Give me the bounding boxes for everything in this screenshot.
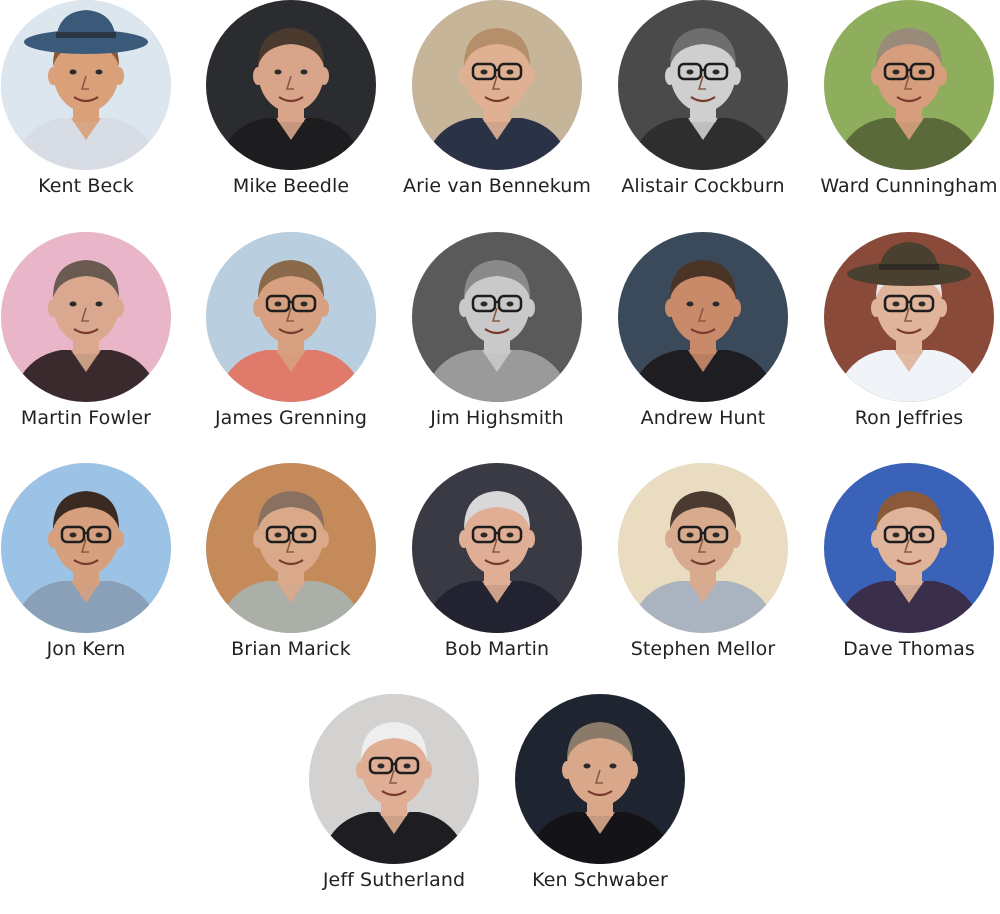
- person-name: Brian Marick: [231, 638, 351, 660]
- person-photo: [618, 0, 788, 170]
- person-name: James Grenning: [214, 407, 368, 429]
- person-card: Jim Highsmith: [392, 232, 602, 452]
- person-photo: [309, 694, 479, 864]
- person-card: Ken Schwaber: [495, 694, 705, 914]
- person-name: Stephen Mellor: [630, 638, 776, 660]
- person-photo: [206, 232, 376, 402]
- person-card: Alistair Cockburn: [598, 0, 808, 220]
- person-photo: [1, 232, 171, 402]
- person-photo: [824, 232, 994, 402]
- person-photo: [206, 463, 376, 633]
- person-photo: [412, 232, 582, 402]
- person-photo: [412, 0, 582, 170]
- person-card: Mike Beedle: [186, 0, 396, 220]
- person-photo: [206, 0, 376, 170]
- person-photo: [1, 463, 171, 633]
- person-name: Dave Thomas: [843, 638, 975, 660]
- person-name: Andrew Hunt: [640, 407, 766, 429]
- person-name: Jim Highsmith: [430, 407, 564, 429]
- person-card: Jeff Sutherland: [289, 694, 499, 914]
- person-card: Bob Martin: [392, 463, 602, 683]
- person-name: Alistair Cockburn: [621, 175, 785, 197]
- person-photo: [824, 463, 994, 633]
- person-photo: [618, 232, 788, 402]
- person-name: Martin Fowler: [20, 407, 152, 429]
- person-name: Ken Schwaber: [532, 869, 668, 891]
- person-card: Dave Thomas: [804, 463, 1000, 683]
- person-name: Ron Jeffries: [854, 407, 964, 429]
- person-photo: [1, 0, 171, 170]
- person-photo: [824, 0, 994, 170]
- person-name: Ward Cunningham: [820, 175, 998, 197]
- person-card: Brian Marick: [186, 463, 396, 683]
- person-name: Jon Kern: [46, 638, 126, 660]
- person-card: Kent Beck: [0, 0, 191, 220]
- person-card: James Grenning: [186, 232, 396, 452]
- person-name: Jeff Sutherland: [322, 869, 466, 891]
- person-card: Jon Kern: [0, 463, 191, 683]
- person-name: Bob Martin: [444, 638, 550, 660]
- person-card: Andrew Hunt: [598, 232, 808, 452]
- person-card: Ron Jeffries: [804, 232, 1000, 452]
- person-name: Mike Beedle: [232, 175, 350, 197]
- person-photo: [618, 463, 788, 633]
- person-card: Stephen Mellor: [598, 463, 808, 683]
- person-photo: [515, 694, 685, 864]
- person-card: Ward Cunningham: [804, 0, 1000, 220]
- person-card: Arie van Bennekum: [392, 0, 602, 220]
- person-photo: [412, 463, 582, 633]
- person-card: Martin Fowler: [0, 232, 191, 452]
- person-name: Kent Beck: [38, 175, 134, 197]
- person-name: Arie van Bennekum: [403, 175, 591, 197]
